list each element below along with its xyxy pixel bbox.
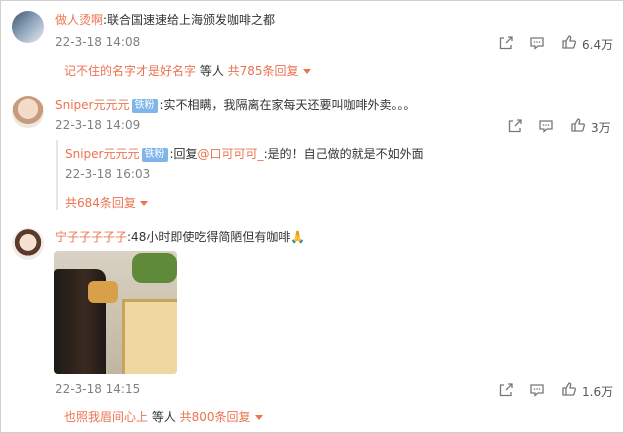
timestamp: 22-3-18 14:09 — [55, 118, 141, 132]
avatar[interactable] — [12, 11, 44, 43]
chevron-down-icon — [302, 69, 311, 74]
reply-thread — [56, 140, 60, 210]
reply-summary[interactable]: 记不住的名字才是好名字 等人 共785条回复 — [64, 62, 311, 79]
reply-timestamp: 22-3-18 16:03 — [65, 167, 151, 181]
like-count: 1.6万 — [582, 385, 614, 399]
timestamp: 22-3-18 14:15 — [55, 382, 141, 396]
reply-count[interactable]: 共684条回复 — [65, 196, 136, 210]
comment-line: 宁子子子子子:48小时即使吃得简陋但有咖啡🙏 — [55, 228, 305, 245]
share-icon[interactable] — [498, 382, 514, 398]
reply-count[interactable]: 共800条回复 — [180, 410, 251, 424]
like-icon[interactable] — [561, 34, 577, 50]
comment-image[interactable] — [54, 251, 177, 374]
comment-icon[interactable] — [529, 382, 545, 398]
username[interactable]: Sniper元元元 — [55, 98, 130, 112]
comment-text: :实不相瞒，我隔离在家每天还要叫咖啡外卖。。。 — [159, 98, 416, 112]
like-count: 6.4万 — [582, 38, 614, 52]
reply-prefix: :回复 — [169, 147, 198, 161]
reply-count[interactable]: 共785条回复 — [228, 64, 299, 78]
mention-link[interactable]: @口可可可_ — [198, 147, 264, 161]
comment-icon[interactable] — [538, 118, 554, 134]
comment-icon[interactable] — [529, 35, 545, 51]
fan-badge: 铁粉 — [141, 148, 168, 162]
like-icon[interactable] — [561, 381, 577, 397]
share-icon[interactable] — [498, 35, 514, 51]
reply-username[interactable]: Sniper元元元 — [65, 147, 140, 161]
reply-summary[interactable]: 也照我眉间心上 等人 共800条回复 — [64, 408, 263, 425]
timestamp: 22-3-18 14:08 — [55, 35, 141, 49]
username[interactable]: 宁子子子子子 — [55, 230, 127, 244]
like-count: 3万 — [591, 121, 611, 135]
comment-text: :联合国速速给上海颁发咖啡之都 — [103, 13, 276, 27]
avatar[interactable] — [12, 228, 44, 260]
like-icon[interactable] — [570, 117, 586, 133]
photo-snack — [88, 281, 118, 303]
reply-user[interactable]: 记不住的名字才是好名字 — [64, 64, 196, 78]
comment-text: :48小时即使吃得简陋但有咖啡🙏 — [127, 230, 306, 244]
reply-summary[interactable]: 共684条回复 — [65, 194, 148, 211]
reply-text: :是的！自己做的就是不如外面 — [263, 147, 424, 161]
fan-badge: 铁粉 — [131, 99, 158, 113]
reply-mid-text: 等人 — [148, 410, 180, 424]
photo-cake — [122, 299, 177, 374]
share-icon[interactable] — [507, 118, 523, 134]
username[interactable]: 做人烫啊 — [55, 13, 103, 27]
reply-line: Sniper元元元 铁粉:回复@口可可可_:是的！自己做的就是不如外面 — [65, 145, 424, 162]
avatar[interactable] — [12, 96, 44, 128]
comment-line: Sniper元元元 铁粉:实不相瞒，我隔离在家每天还要叫咖啡外卖。。。 — [55, 96, 416, 113]
chevron-down-icon — [254, 415, 263, 420]
photo-plant — [132, 253, 177, 283]
reply-mid-text: 等人 — [196, 64, 228, 78]
comment-line: 做人烫啊:联合国速速给上海颁发咖啡之都 — [55, 11, 275, 28]
chevron-down-icon — [139, 201, 148, 206]
reply-user[interactable]: 也照我眉间心上 — [64, 410, 148, 424]
